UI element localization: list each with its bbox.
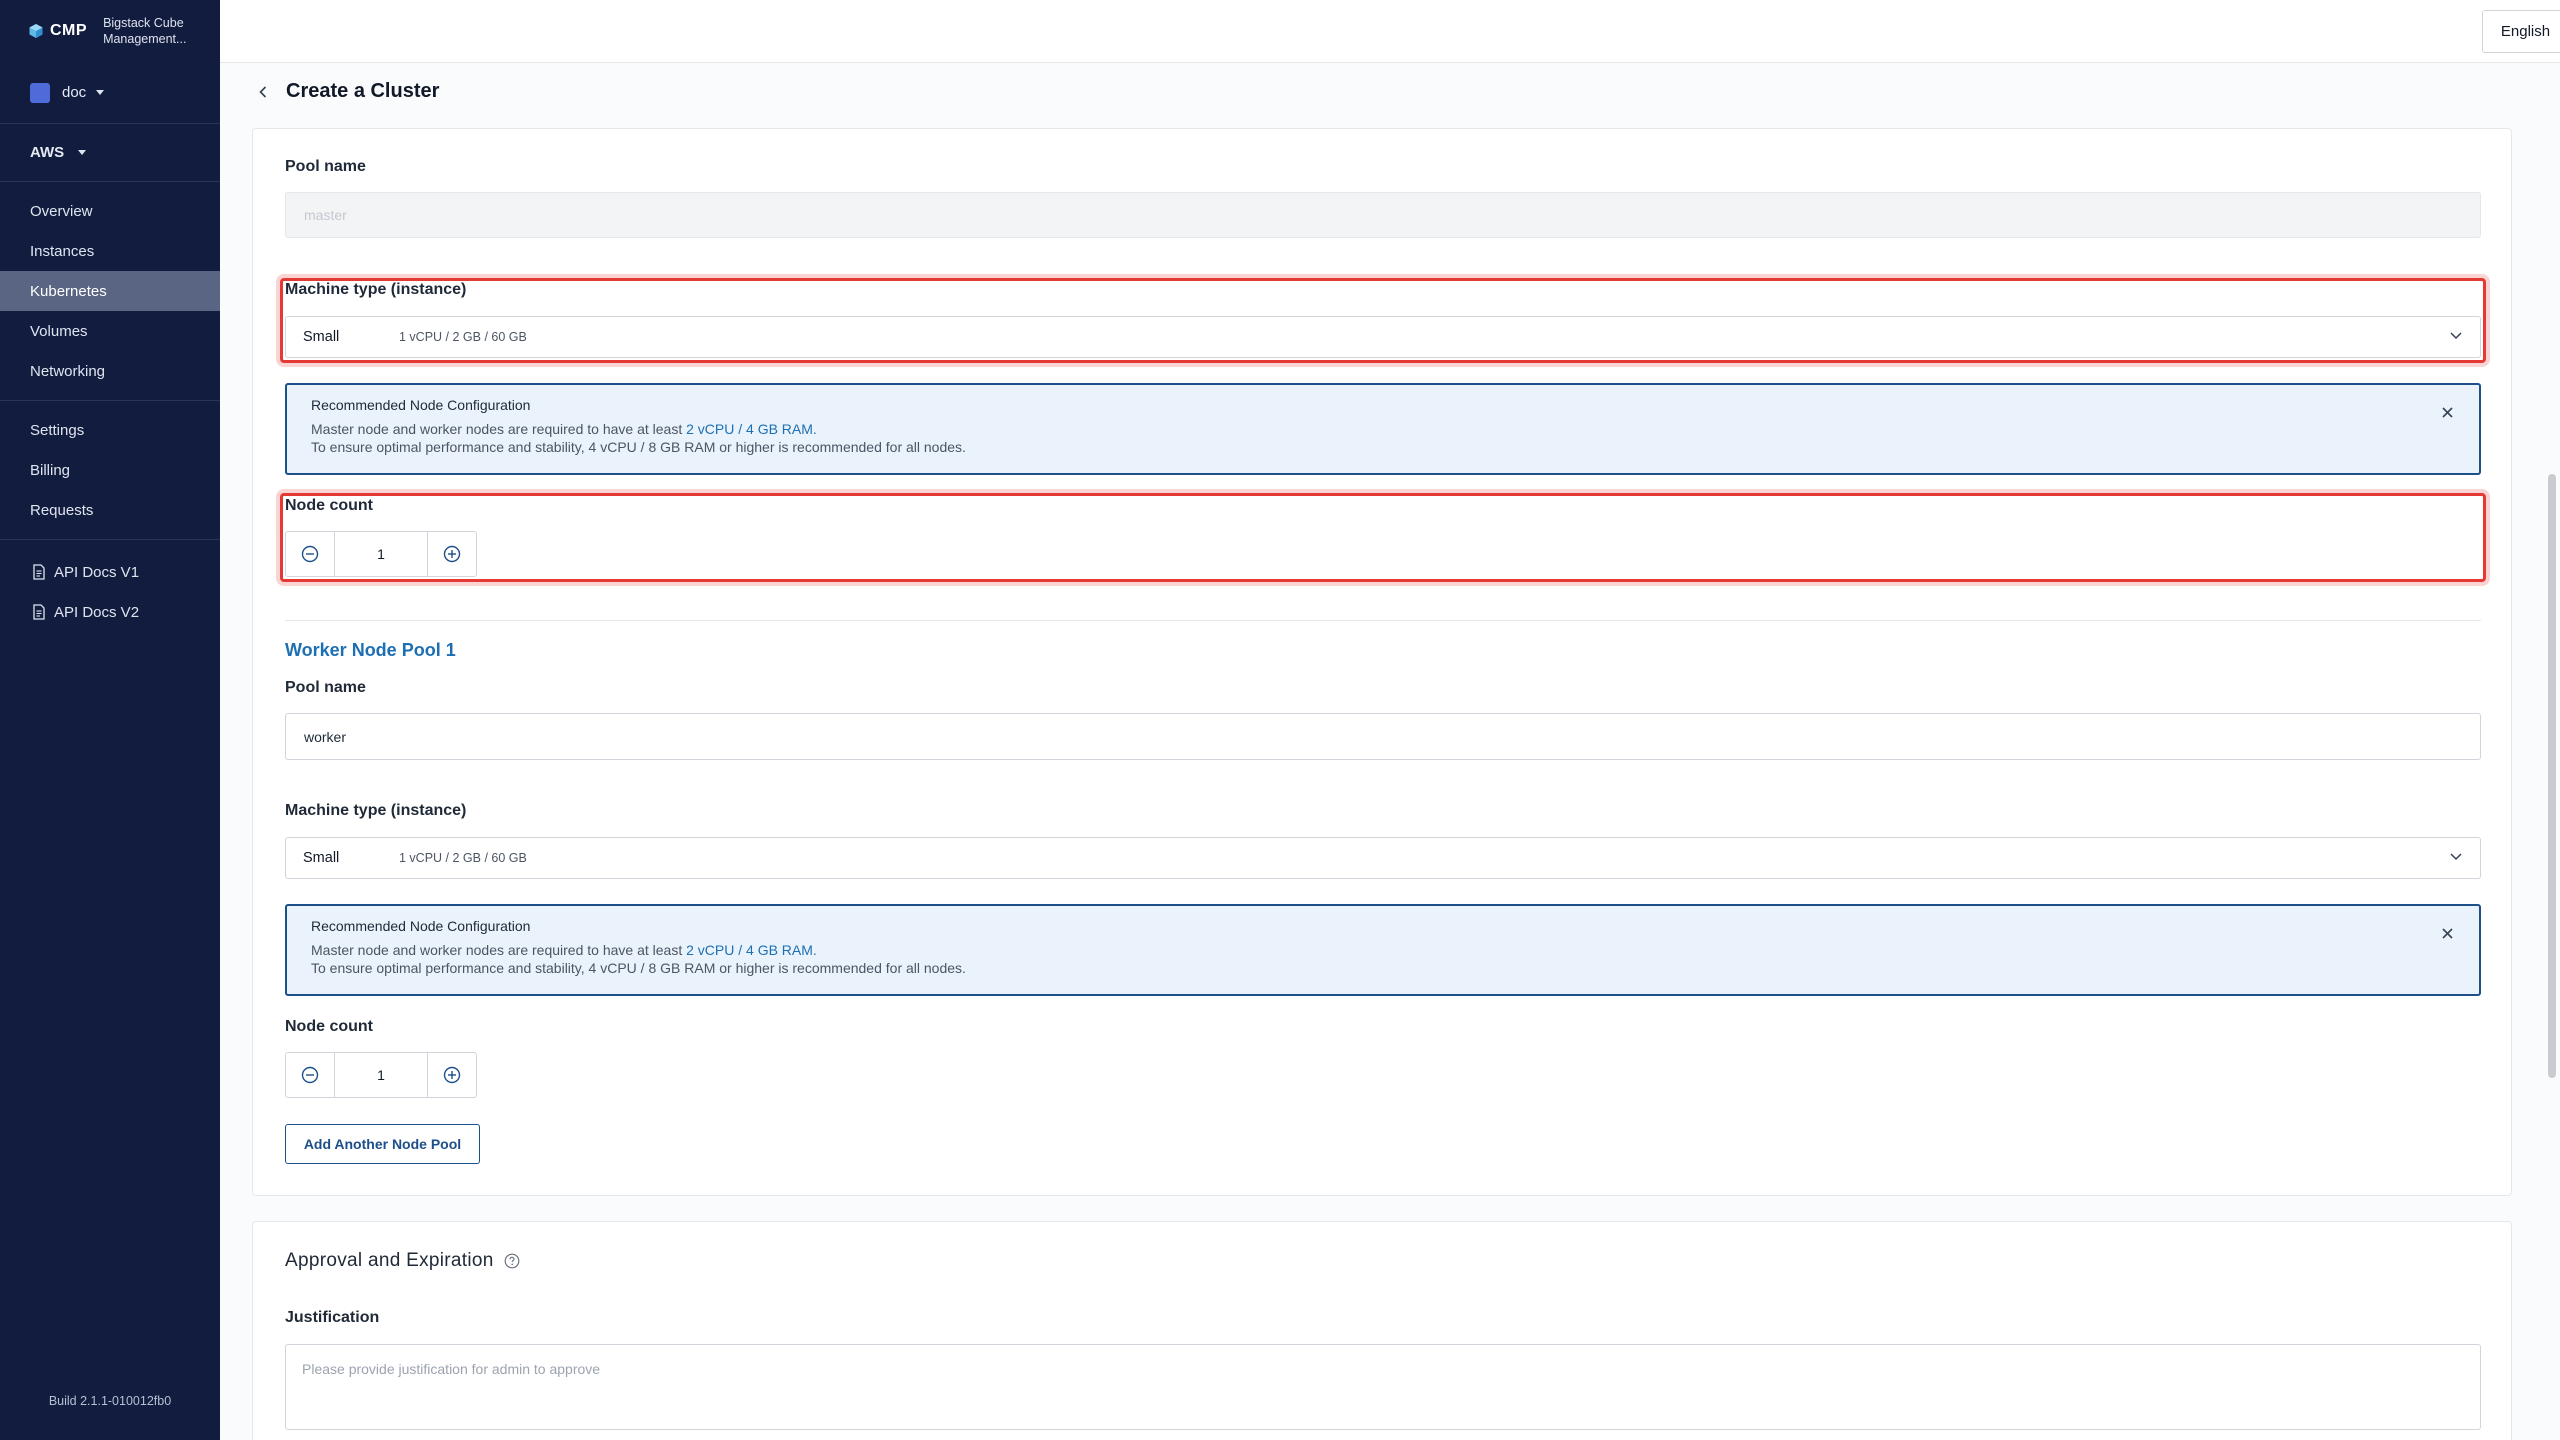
master-machine-type-select[interactable]: Small 1 vCPU / 2 GB / 60 GB xyxy=(285,316,2481,358)
plus-circle-icon xyxy=(443,545,461,563)
sidebar-item-api-docs-v2[interactable]: API Docs V2 xyxy=(0,592,220,632)
doc-label: API Docs V2 xyxy=(54,603,140,621)
worker-pool-title: Worker Node Pool 1 xyxy=(285,640,456,660)
notice-highlight: 2 vCPU / 4 GB RAM xyxy=(686,421,813,437)
decrement-button[interactable] xyxy=(286,532,334,576)
notice-line-2: To ensure optimal performance and stabil… xyxy=(311,960,966,976)
app-name-line2: Management... xyxy=(103,32,187,46)
worker-machine-type-select[interactable]: Small 1 vCPU / 2 GB / 60 GB xyxy=(285,837,2481,879)
chevron-down-icon xyxy=(2450,853,2462,861)
sidebar-item-overview[interactable]: Overview xyxy=(0,191,220,231)
node-count-value[interactable]: 1 xyxy=(334,1053,428,1097)
close-icon[interactable] xyxy=(2442,928,2453,939)
approval-heading-text: Approval and Expiration xyxy=(285,1250,494,1271)
language-selector[interactable]: English xyxy=(2482,10,2560,53)
help-icon[interactable] xyxy=(504,1253,520,1269)
machine-spec: 1 vCPU / 2 GB / 60 GB xyxy=(399,330,527,344)
node-count-value[interactable]: 1 xyxy=(334,532,428,576)
app-name-line1: Bigstack Cube xyxy=(103,16,184,30)
plus-circle-icon xyxy=(443,1066,461,1084)
notice-suffix: . xyxy=(812,421,817,437)
sidebar: CMP Bigstack Cube Management... doc AWS … xyxy=(0,0,220,1440)
increment-button[interactable] xyxy=(428,1053,476,1097)
notice-suffix: . xyxy=(812,942,817,958)
sidebar-item-volumes[interactable]: Volumes xyxy=(0,311,220,351)
increment-button[interactable] xyxy=(428,532,476,576)
doc-label: API Docs V1 xyxy=(54,563,140,581)
notice-line-1: Master node and worker nodes are require… xyxy=(311,941,2455,959)
notice-line-2: To ensure optimal performance and stabil… xyxy=(311,439,966,455)
sidebar-item-networking[interactable]: Networking xyxy=(0,351,220,391)
node-pools-card: Pool name master Machine type (instance)… xyxy=(252,128,2512,1196)
machine-spec: 1 vCPU / 2 GB / 60 GB xyxy=(399,851,527,865)
justification-input[interactable] xyxy=(285,1344,2481,1430)
build-version: Build 2.1.1-010012fb0 xyxy=(48,1394,172,1408)
worker-pool-name-label: Pool name xyxy=(285,679,366,696)
document-icon xyxy=(33,564,45,580)
language-label: English xyxy=(2500,23,2551,40)
cube-icon xyxy=(29,24,43,38)
logo-text: CMP xyxy=(50,22,88,39)
sidebar-item-instances[interactable]: Instances xyxy=(0,231,220,271)
back-arrow-icon[interactable] xyxy=(258,85,268,99)
master-machine-type-label: Machine type (instance) xyxy=(285,281,467,298)
notice-text: Master node and worker nodes are require… xyxy=(311,942,687,958)
minus-circle-icon xyxy=(301,545,319,563)
project-name: doc xyxy=(62,84,87,101)
section-divider xyxy=(285,620,2481,621)
master-recommendation-notice: Recommended Node Configuration Master no… xyxy=(285,383,2481,475)
justification-label: Justification xyxy=(285,1309,380,1326)
worker-node-count-label: Node count xyxy=(285,1018,373,1035)
master-pool-name-label: Pool name xyxy=(285,158,366,175)
worker-machine-type-label: Machine type (instance) xyxy=(285,802,467,819)
docs-nav: API Docs V1 API Docs V2 xyxy=(0,540,220,632)
notice-title: Recommended Node Configuration xyxy=(311,397,531,413)
cloud-selector[interactable]: AWS xyxy=(0,124,220,182)
sidebar-item-settings[interactable]: Settings xyxy=(0,410,220,450)
add-node-pool-button[interactable]: Add Another Node Pool xyxy=(285,1124,480,1164)
notice-highlight: 2 vCPU / 4 GB RAM xyxy=(686,942,813,958)
project-icon xyxy=(30,82,50,103)
decrement-button[interactable] xyxy=(286,1053,334,1097)
sidebar-item-kubernetes[interactable]: Kubernetes xyxy=(0,271,220,311)
minus-circle-icon xyxy=(301,1066,319,1084)
brand[interactable]: CMP Bigstack Cube Management... xyxy=(0,0,220,62)
topbar: English D xyxy=(220,0,2560,63)
app-name: Bigstack Cube Management... xyxy=(103,15,186,47)
caret-down-icon xyxy=(96,90,105,95)
scrollbar[interactable] xyxy=(2548,474,2556,1078)
machine-size: Small xyxy=(303,329,340,345)
caret-down-icon xyxy=(78,150,87,155)
approval-card: Approval and Expiration Justification xyxy=(252,1221,2512,1440)
approval-heading: Approval and Expiration xyxy=(285,1250,520,1272)
master-node-count-label: Node count xyxy=(285,497,373,514)
page-header: Create a Cluster xyxy=(258,80,439,103)
document-icon xyxy=(33,604,45,620)
master-node-count-stepper: 1 xyxy=(285,531,477,577)
worker-recommendation-notice: Recommended Node Configuration Master no… xyxy=(285,904,2481,996)
logo: CMP xyxy=(28,22,87,40)
secondary-nav: Settings Billing Requests xyxy=(0,401,220,540)
notice-text: Master node and worker nodes are require… xyxy=(311,421,687,437)
worker-pool-name-input[interactable]: worker xyxy=(285,713,2481,760)
main-nav: Overview Instances Kubernetes Volumes Ne… xyxy=(0,182,220,401)
page-title: Create a Cluster xyxy=(286,80,440,102)
project-selector[interactable]: doc xyxy=(0,62,220,124)
sidebar-item-requests[interactable]: Requests xyxy=(0,490,220,530)
cloud-name: AWS xyxy=(30,144,65,161)
sidebar-item-api-docs-v1[interactable]: API Docs V1 xyxy=(0,552,220,592)
master-pool-name-input: master xyxy=(285,192,2481,238)
notice-line-1: Master node and worker nodes are require… xyxy=(311,420,2455,438)
machine-size: Small xyxy=(303,850,340,866)
notice-title: Recommended Node Configuration xyxy=(311,918,531,934)
sidebar-item-billing[interactable]: Billing xyxy=(0,450,220,490)
chevron-down-icon xyxy=(2450,332,2462,340)
close-icon[interactable] xyxy=(2442,407,2453,418)
worker-node-count-stepper: 1 xyxy=(285,1052,477,1098)
